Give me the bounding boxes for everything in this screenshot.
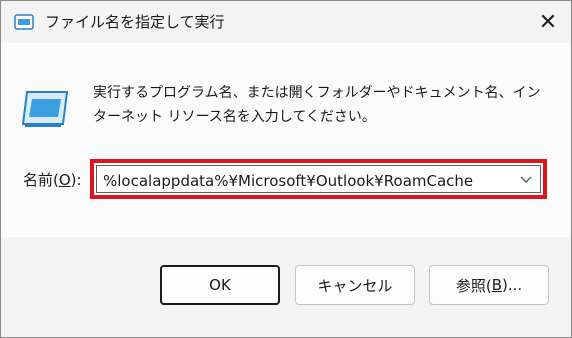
instruction-line-2: ターネット リソース名を入力してください。 xyxy=(93,109,376,125)
cancel-button[interactable]: キャンセル xyxy=(295,265,415,305)
name-field-label: 名前(O): xyxy=(23,169,82,190)
run-icon xyxy=(21,88,69,128)
instruction-text: 実行するプログラム名、または開くフォルダーやドキュメント名、イン ターネット リ… xyxy=(93,81,563,129)
name-label-suffix: ): xyxy=(70,171,82,189)
dialog-content: 実行するプログラム名、または開くフォルダーやドキュメント名、イン ターネット リ… xyxy=(1,43,571,237)
command-input[interactable] xyxy=(103,171,513,191)
name-label-prefix: 名前( xyxy=(23,171,59,189)
chevron-down-icon[interactable] xyxy=(517,171,535,189)
name-label-accesskey: O xyxy=(58,171,71,189)
combobox-frame xyxy=(96,165,541,193)
browse-button[interactable]: 参照(B)... xyxy=(429,265,549,305)
browse-accesskey: B xyxy=(491,276,502,294)
command-combobox[interactable] xyxy=(90,159,547,199)
close-icon[interactable]: ✕ xyxy=(539,10,557,35)
run-dialog: ファイル名を指定して実行 ✕ 実行するプログラム名、または開くフォルダーやドキュ… xyxy=(0,0,572,338)
browse-label-suffix: )... xyxy=(502,276,523,294)
browse-label-prefix: 参照( xyxy=(455,276,492,295)
run-app-icon xyxy=(14,14,34,30)
title-bar[interactable]: ファイル名を指定して実行 ✕ xyxy=(1,1,571,43)
instruction-line-1: 実行するプログラム名、または開くフォルダーやドキュメント名、イン xyxy=(93,85,541,101)
ok-button[interactable]: OK xyxy=(160,265,280,305)
close-button[interactable]: ✕ xyxy=(525,1,571,43)
window-title: ファイル名を指定して実行 xyxy=(45,13,225,31)
